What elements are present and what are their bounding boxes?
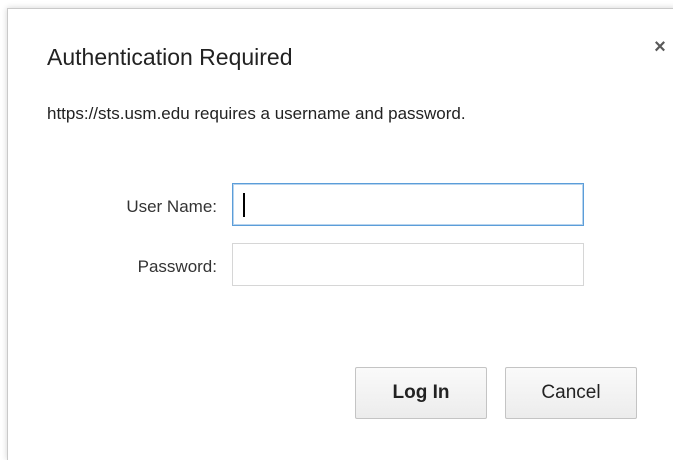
login-button[interactable]: Log In	[355, 367, 487, 419]
password-field[interactable]	[232, 243, 584, 286]
username-label: User Name:	[126, 197, 217, 216]
text-caret	[243, 193, 245, 217]
password-label: Password:	[137, 257, 217, 276]
username-field[interactable]	[232, 183, 584, 226]
dialog-message: https://sts.usm.edu requires a username …	[47, 104, 466, 123]
dialog-title: Authentication Required	[47, 44, 293, 70]
close-icon[interactable]: ×	[650, 37, 670, 57]
cancel-button[interactable]: Cancel	[505, 367, 637, 419]
